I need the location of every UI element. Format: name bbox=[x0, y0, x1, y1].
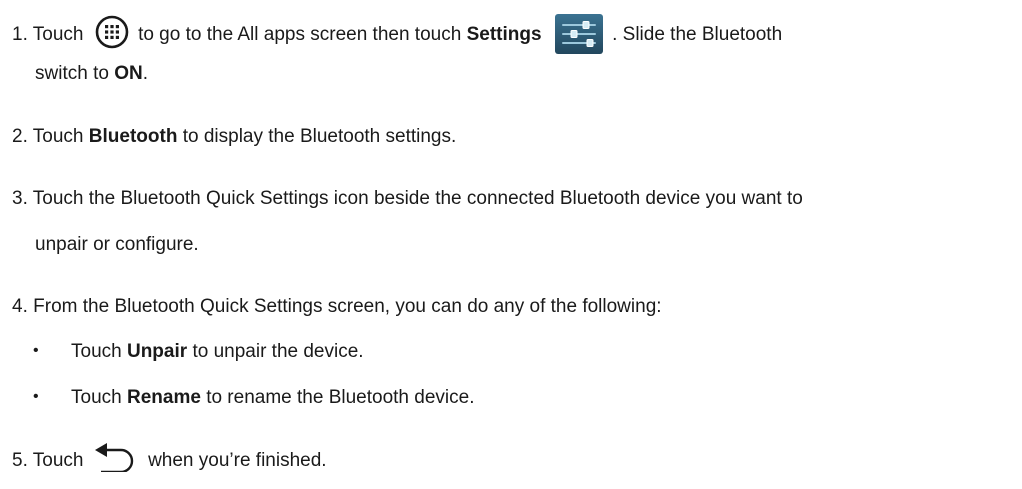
bullet-icon: • bbox=[33, 342, 39, 359]
bullet-text: Touch bbox=[71, 387, 122, 408]
bullet-icon: • bbox=[33, 388, 39, 405]
step-5: 5. Touch when you’re finished. bbox=[12, 443, 327, 476]
back-arrow-icon bbox=[93, 442, 139, 474]
on-label: ON bbox=[114, 63, 143, 84]
bullet-item-unpair: Touch Unpair to unpair the device. bbox=[71, 340, 364, 364]
step-number: 3. bbox=[12, 188, 28, 209]
step-number: 5. bbox=[12, 450, 28, 472]
step-text: when you’re finished. bbox=[148, 450, 327, 472]
step-text: Touch bbox=[32, 126, 84, 147]
step-1-cont: switch to ON. bbox=[35, 62, 148, 86]
step-text: Touch bbox=[32, 450, 84, 472]
step-text: Touch bbox=[32, 24, 84, 46]
bullet-text: Touch bbox=[71, 341, 122, 362]
settings-label: Settings bbox=[466, 24, 542, 46]
step-text: switch to bbox=[35, 63, 109, 84]
step-number: 4. bbox=[12, 296, 28, 317]
all-apps-icon bbox=[95, 15, 129, 49]
step-number: 2. bbox=[12, 126, 28, 147]
step-text: . Slide the Bluetooth bbox=[612, 24, 783, 46]
bluetooth-label: Bluetooth bbox=[88, 126, 178, 147]
step-text: unpair or configure. bbox=[35, 234, 199, 255]
step-text: Touch the Bluetooth Quick Settings icon … bbox=[32, 188, 803, 209]
bullet-text: to rename the Bluetooth device. bbox=[206, 387, 475, 408]
step-4: 4. From the Bluetooth Quick Settings scr… bbox=[12, 295, 662, 319]
step-number: 1. bbox=[12, 24, 28, 46]
rename-label: Rename bbox=[126, 387, 201, 408]
step-text: . bbox=[142, 63, 148, 84]
step-1: 1. Touch to go to the All apps screen th… bbox=[12, 14, 783, 55]
step-3-cont: unpair or configure. bbox=[35, 233, 199, 257]
step-text: to display the Bluetooth settings. bbox=[182, 126, 457, 147]
unpair-label: Unpair bbox=[126, 341, 188, 362]
step-text: From the Bluetooth Quick Settings screen… bbox=[33, 296, 662, 317]
step-2: 2. Touch Bluetooth to display the Blueto… bbox=[12, 125, 456, 149]
settings-icon bbox=[554, 14, 603, 54]
bullet-item-rename: Touch Rename to rename the Bluetooth dev… bbox=[71, 386, 474, 410]
bullet-text: to unpair the device. bbox=[192, 341, 364, 362]
step-text: to go to the All apps screen then touch bbox=[138, 24, 462, 46]
step-3: 3. Touch the Bluetooth Quick Settings ic… bbox=[12, 187, 803, 211]
